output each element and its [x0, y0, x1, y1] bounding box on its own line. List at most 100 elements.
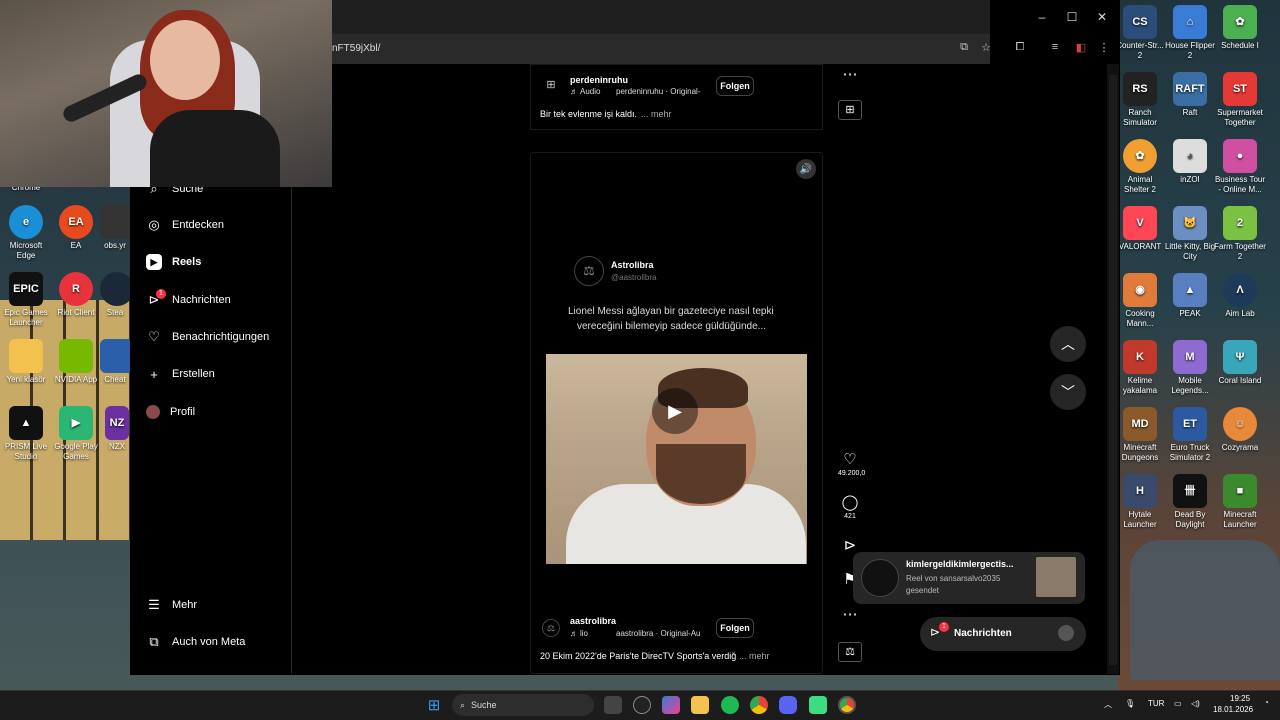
- desktop-icon-cs2[interactable]: CS Counter-Str... 2: [1114, 5, 1166, 61]
- nav-notifications[interactable]: ♡ Benachrichtigungen: [146, 326, 269, 348]
- desktop-icon-little-kitty[interactable]: 🐱 Little Kitty, Big City: [1164, 206, 1216, 262]
- reel-audio-source[interactable]: aastrolibra · Original-Au: [616, 629, 700, 638]
- discord-icon[interactable]: [779, 696, 797, 714]
- reel-username[interactable]: aastrolibra: [570, 616, 616, 626]
- desktop-icon-cozyrama[interactable]: ☺ Cozyrama: [1214, 407, 1266, 453]
- notification-bell-icon[interactable]: ◔: [1264, 698, 1269, 707]
- nav-create[interactable]: + Erstellen: [146, 363, 215, 385]
- chrome-icon[interactable]: [750, 696, 768, 714]
- nav-more[interactable]: ☰ Mehr: [146, 594, 197, 616]
- post-audio[interactable]: Audio: [580, 87, 600, 96]
- post-audio-source[interactable]: perdeninruhu · Original-: [616, 87, 701, 96]
- reel-video-thumbnail[interactable]: [546, 354, 807, 564]
- file-explorer-icon[interactable]: [691, 696, 709, 714]
- network-icon[interactable]: ▭: [1174, 699, 1182, 708]
- microphone-icon[interactable]: 🎙: [1125, 699, 1135, 708]
- like-button[interactable]: ♡ 49.200,0: [838, 451, 865, 479]
- desktop-icon-coral-island[interactable]: Ψ Coral Island: [1214, 340, 1266, 386]
- minimize-button[interactable]: –: [1032, 10, 1052, 24]
- audio-thumb-icon[interactable]: ⚖: [838, 642, 862, 662]
- browser-taskbar-icon[interactable]: [838, 696, 856, 714]
- desktop-icon-ranch[interactable]: RS Ranch Simulator: [1114, 72, 1166, 128]
- more-options-icon[interactable]: ⋯: [838, 606, 862, 624]
- more-options-icon[interactable]: ⋯: [838, 66, 862, 84]
- desktop-icon-riot[interactable]: R Riot Client: [50, 272, 102, 318]
- desktop-icon-ea[interactable]: EA EA: [50, 205, 102, 251]
- desktop-icon-valorant[interactable]: V VALORANT: [1114, 206, 1166, 252]
- windows-start-icon[interactable]: ⊞: [425, 696, 443, 714]
- desktop-icon-house-flipper[interactable]: ⌂ House Flipper 2: [1164, 5, 1216, 61]
- desktop-icon-dead-by-daylight[interactable]: 卌 Dead By Daylight: [1164, 474, 1216, 530]
- reel-avatar[interactable]: ⚖: [542, 619, 560, 637]
- messages-bar-badge: 1: [939, 622, 949, 632]
- follow-button[interactable]: Folgen: [716, 76, 754, 96]
- video-beard: [656, 444, 746, 504]
- language-indicator[interactable]: TUR: [1148, 699, 1164, 708]
- desktop-icon-edge[interactable]: e Microsoft Edge: [0, 205, 52, 261]
- desktop-icon-label: Little Kitty, Big City: [1164, 242, 1216, 261]
- desktop-icon-raft[interactable]: RAFT Raft: [1164, 72, 1216, 118]
- desktop-icon-animal-shelter[interactable]: ✿ Animal Shelter 2: [1114, 139, 1166, 195]
- volume-icon[interactable]: ◁): [1191, 699, 1200, 708]
- desktop-icon-euro-truck[interactable]: ET Euro Truck Simulator 2: [1164, 407, 1216, 463]
- close-button[interactable]: ✕: [1092, 10, 1112, 24]
- reel-audio[interactable]: lio: [580, 629, 588, 638]
- desktop-icon-cheat[interactable]: Cheat: [100, 339, 130, 385]
- desktop-icon-cooking[interactable]: ◉ Cooking Mann...: [1114, 273, 1166, 329]
- avatar: [146, 405, 160, 419]
- desktop-icon-hytale[interactable]: H Hytale Launcher: [1114, 474, 1166, 530]
- desktop-icon-epic[interactable]: EPIC Epic Games Launcher: [0, 272, 52, 328]
- play-icon[interactable]: ▶: [652, 388, 698, 434]
- caption-more-link[interactable]: ... mehr: [739, 651, 770, 661]
- clock-time[interactable]: 19:25: [1230, 694, 1250, 703]
- next-reel-button[interactable]: ﹀: [1050, 374, 1086, 410]
- nav-profile[interactable]: Profil: [146, 401, 195, 423]
- mute-toggle-icon[interactable]: 🔊: [796, 159, 816, 179]
- audio-thumb-icon[interactable]: ⊞: [838, 100, 862, 120]
- media-control-icon[interactable]: ≡: [1047, 41, 1063, 53]
- extensions-icon[interactable]: ⧠: [1012, 41, 1028, 54]
- desktop-icon-obs[interactable]: obs.yr: [100, 205, 130, 251]
- nav-also-from-meta[interactable]: ⧉ Auch von Meta: [146, 631, 245, 653]
- task-view-icon[interactable]: [604, 696, 622, 714]
- taskbar-search[interactable]: ⌕ Suche: [452, 694, 594, 716]
- desktop-icon-farm-together[interactable]: 2 Farm Together 2: [1214, 206, 1266, 262]
- desktop-icon-kelime[interactable]: K Kelime yakalama: [1114, 340, 1166, 396]
- bookmark-star-icon[interactable]: ☆: [978, 41, 994, 54]
- profile-icon[interactable]: ◧: [1073, 41, 1089, 54]
- desktop-icon-nzxt[interactable]: NZ NZX: [104, 406, 130, 452]
- desktop-icon-folder[interactable]: Yeni klasör: [0, 339, 52, 385]
- clock-date[interactable]: 18.01.2026: [1213, 705, 1253, 714]
- desktop-icon-minecraft[interactable]: ■ Minecraft Launcher: [1214, 474, 1266, 530]
- obs-taskbar-icon[interactable]: [633, 696, 651, 714]
- desktop-icon-nvidia[interactable]: NVIDIA App: [50, 339, 102, 385]
- previous-reel-button[interactable]: ︿: [1050, 326, 1086, 362]
- desktop-icon-supermarket[interactable]: ST Supermarket Together: [1214, 72, 1266, 128]
- follow-button[interactable]: Folgen: [716, 618, 754, 638]
- tray-chevron-icon[interactable]: ︿: [1104, 699, 1112, 710]
- android-app-icon[interactable]: [809, 696, 827, 714]
- maximize-button[interactable]: ☐: [1062, 10, 1082, 24]
- url-text[interactable]: nFT59jXbl/: [332, 43, 380, 54]
- install-app-icon[interactable]: ⧉: [956, 41, 972, 54]
- desktop-icon-business-tour[interactable]: ● Business Tour - Online M...: [1214, 139, 1266, 195]
- nav-explore[interactable]: ◎ Entdecken: [146, 214, 224, 236]
- post-username[interactable]: perdeninruhu: [570, 75, 628, 85]
- scrollbar-thumb[interactable]: [1109, 75, 1117, 665]
- spotify-icon[interactable]: [721, 696, 739, 714]
- post-avatar[interactable]: ⊞: [542, 78, 560, 96]
- desktop-icon-steam[interactable]: Stea: [100, 272, 130, 318]
- menu-kebab-icon[interactable]: ⋮: [1096, 41, 1112, 54]
- copilot-icon[interactable]: [662, 696, 680, 714]
- desktop-icon-peak[interactable]: ▲ PEAK: [1164, 273, 1216, 319]
- desktop-icon-prism[interactable]: ▲ PRISM Live Studio: [0, 406, 52, 462]
- desktop-icon-aim-lab[interactable]: Λ Aim Lab: [1214, 273, 1266, 319]
- caption-more-link[interactable]: ... mehr: [641, 109, 672, 119]
- desktop-icon-play-games[interactable]: ▶ Google Play Games: [50, 406, 102, 462]
- nav-reels[interactable]: ▶ Reels: [146, 251, 201, 273]
- comment-button[interactable]: ◯ 421: [838, 494, 862, 522]
- desktop-icon-inzoi[interactable]: ◕ inZOI: [1164, 139, 1216, 185]
- desktop-icon-schedule[interactable]: ✿ Schedule I: [1214, 5, 1266, 51]
- desktop-icon-mobile-legends[interactable]: M Mobile Legends...: [1164, 340, 1216, 396]
- desktop-icon-minecraft-dungeons[interactable]: MD Minecraft Dungeons: [1114, 407, 1166, 463]
